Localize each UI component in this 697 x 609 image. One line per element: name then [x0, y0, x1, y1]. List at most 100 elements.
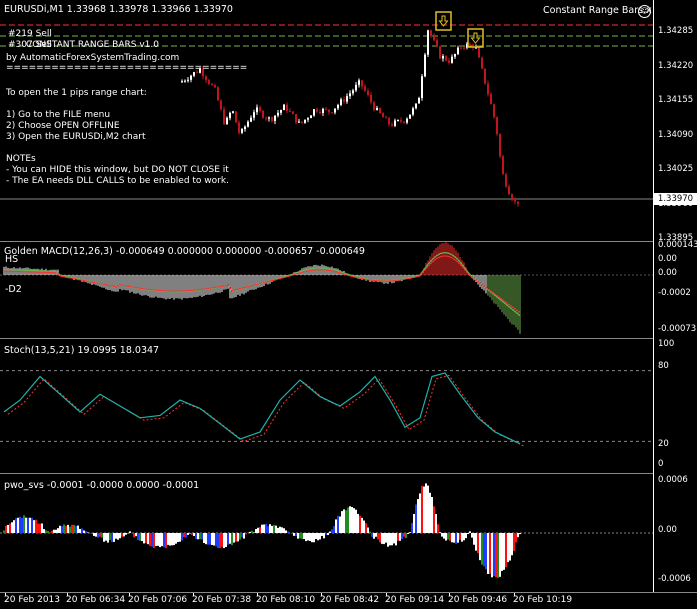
- info-line: #219 Sell: [8, 29, 52, 39]
- candle-body: [268, 117, 270, 119]
- stoch-main-line: [3, 372, 521, 445]
- candle-body: [235, 111, 237, 123]
- candle-body: [481, 57, 483, 69]
- candle-body: [427, 30, 429, 55]
- candle-body: [400, 119, 402, 122]
- time-axis-tick: [193, 593, 194, 596]
- candle-body: [391, 124, 393, 126]
- candle-body: [259, 107, 261, 111]
- candle-body: [331, 112, 333, 114]
- time-axis[interactable]: 20 Feb 2013 20 Feb 06:34 20 Feb 07:06 20 Fe…: [0, 592, 697, 609]
- info-line: 2) Choose OPEN OFFLINE: [6, 121, 120, 131]
- candle-body: [373, 102, 375, 111]
- info-line: - The EA needs DLL CALLS to be enabled t…: [6, 176, 229, 186]
- candle-body: [208, 80, 210, 84]
- candle-body: [406, 118, 408, 123]
- candle-body: [322, 108, 324, 113]
- time-axis-tick: [514, 593, 515, 596]
- candle-body: [241, 129, 243, 133]
- candle-body: [421, 76, 423, 98]
- candle-body: [517, 201, 519, 204]
- pwo-title: pwo_svs -0.0001 -0.0000 0.0000 -0.0001: [4, 480, 200, 491]
- macd-scale: 0.000143 0.00 0.00 -0.0002 -0.00073: [653, 240, 697, 338]
- candle-body: [184, 80, 186, 82]
- time-axis-tick: [386, 593, 387, 596]
- pwo-histogram: [0, 483, 653, 578]
- candle-body: [340, 99, 342, 105]
- candle-body: [181, 81, 183, 83]
- candle-body: [298, 121, 300, 123]
- stoch-title: Stoch(13,5,21) 19.0995 18.0347: [4, 345, 160, 356]
- current-price-box: 1.33970: [654, 193, 697, 205]
- candle-body: [205, 76, 207, 81]
- info-line: NOTEs: [6, 154, 36, 164]
- stoch-pane[interactable]: Stoch(13,5,21) 19.0995 18.0347: [0, 338, 653, 474]
- candle-body: [469, 43, 471, 45]
- candle-body: [271, 117, 273, 121]
- candle-body: [319, 111, 321, 113]
- candle-body: [394, 120, 396, 126]
- candle-body: [499, 134, 501, 157]
- candle-body: [316, 109, 318, 112]
- time-axis-label: 20 Feb 08:10: [256, 595, 316, 605]
- candle-body: [328, 109, 330, 113]
- candle-body: [496, 117, 498, 135]
- candle-body: [478, 47, 480, 58]
- stoch-axis-label: 0: [658, 459, 664, 469]
- price-axis-label: 1.34155: [658, 95, 694, 105]
- candle-body: [349, 93, 351, 97]
- chart-header: EURUSDi,M1 1.33968 1.33978 1.33966 1.339…: [4, 4, 233, 15]
- candle-body: [352, 90, 354, 94]
- candle-body: [244, 126, 246, 130]
- candle-body: [301, 121, 303, 123]
- candle-body: [265, 117, 267, 119]
- time-axis-tick: [67, 593, 68, 596]
- stoch-scale: 100 80 20 0: [653, 338, 697, 473]
- candle-body: [376, 107, 378, 111]
- candle-body: [460, 47, 462, 49]
- main-chart-pane[interactable]: EURUSDi,M1 1.33968 1.33978 1.33966 1.339…: [0, 0, 653, 241]
- candle-body: [454, 54, 456, 57]
- candle-body: [457, 47, 459, 55]
- time-axis-label: 20 Feb 07:06: [128, 595, 188, 605]
- candle-body: [334, 108, 336, 113]
- candle-body: [508, 186, 510, 195]
- candle-body: [226, 117, 228, 125]
- macd-label-hs: HS: [5, 254, 19, 265]
- time-axis-label: 20 Feb 09:46: [448, 595, 508, 605]
- candle-body: [361, 80, 363, 87]
- candle-body: [355, 84, 357, 91]
- candle-body: [511, 194, 513, 201]
- smiley-icon: ☺: [638, 5, 651, 18]
- pwo-pane[interactable]: pwo_svs -0.0001 -0.0000 0.0000 -0.0001: [0, 473, 653, 593]
- stoch-signal-line: [7, 374, 525, 447]
- time-axis-tick: [129, 593, 130, 596]
- candle-body: [283, 104, 285, 111]
- time-axis-tick: [5, 593, 6, 596]
- candle-body: [289, 110, 291, 112]
- candle-body: [463, 47, 465, 49]
- candle-body: [325, 108, 327, 110]
- candle-body: [286, 104, 288, 111]
- candle-body: [442, 56, 444, 59]
- candle-body: [370, 94, 372, 103]
- candle-body: [505, 174, 507, 187]
- candle-body: [310, 115, 312, 119]
- candle-body: [493, 104, 495, 118]
- candle-body: [514, 200, 516, 202]
- candle-body: [382, 113, 384, 118]
- macd-pane[interactable]: Golden MACD(12,26,3) -0.000649 0.000000 …: [0, 241, 653, 339]
- down-arrow-icon: [470, 32, 481, 44]
- candle-body: [187, 79, 189, 81]
- candle-body: [262, 110, 264, 118]
- candle-body: [295, 114, 297, 123]
- price-scale[interactable]: 1.34285 1.34220 1.34155 1.34090 1.34025 1.339…: [653, 0, 697, 243]
- candle-body: [388, 117, 390, 125]
- sell-arrow-icon: [435, 11, 452, 31]
- candle-body: [448, 60, 450, 63]
- candle-body: [220, 100, 222, 110]
- candle-body: [445, 56, 447, 61]
- candle-body: [502, 156, 504, 175]
- info-line: 1) Go to the FILE menu: [6, 110, 111, 120]
- candle-body: [223, 109, 225, 125]
